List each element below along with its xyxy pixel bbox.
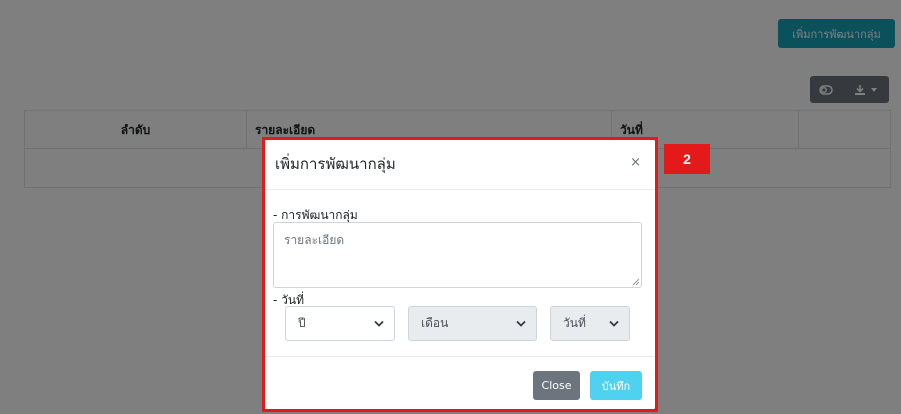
month-select[interactable]: เดือน bbox=[408, 306, 537, 341]
description-textarea[interactable]: รายละเอียด bbox=[273, 222, 642, 288]
day-select[interactable]: วันที่ bbox=[550, 306, 630, 341]
step-number-badge: 2 bbox=[664, 144, 710, 174]
resize-grip-icon[interactable] bbox=[632, 278, 639, 285]
save-button[interactable]: บันทึก bbox=[590, 371, 642, 400]
modal-header: เพิ่มการพัฒนากลุ่ม × bbox=[264, 139, 655, 190]
year-select-value: ปี bbox=[298, 316, 306, 330]
chevron-down-icon bbox=[516, 320, 526, 327]
close-button[interactable]: Close bbox=[533, 371, 580, 400]
modal-footer: Close บันทึก bbox=[264, 356, 655, 410]
day-select-value: วันที่ bbox=[563, 316, 586, 330]
chevron-down-icon bbox=[609, 320, 619, 327]
month-select-value: เดือน bbox=[421, 316, 449, 330]
close-icon[interactable]: × bbox=[630, 156, 641, 169]
chevron-down-icon bbox=[374, 320, 384, 327]
add-group-development-modal: เพิ่มการพัฒนากลุ่ม × - การพัฒนากลุ่ม ราย… bbox=[264, 139, 655, 410]
year-select[interactable]: ปี bbox=[285, 306, 395, 341]
description-placeholder: รายละเอียด bbox=[284, 233, 345, 247]
modal-title: เพิ่มการพัฒนากลุ่ม bbox=[275, 155, 396, 173]
